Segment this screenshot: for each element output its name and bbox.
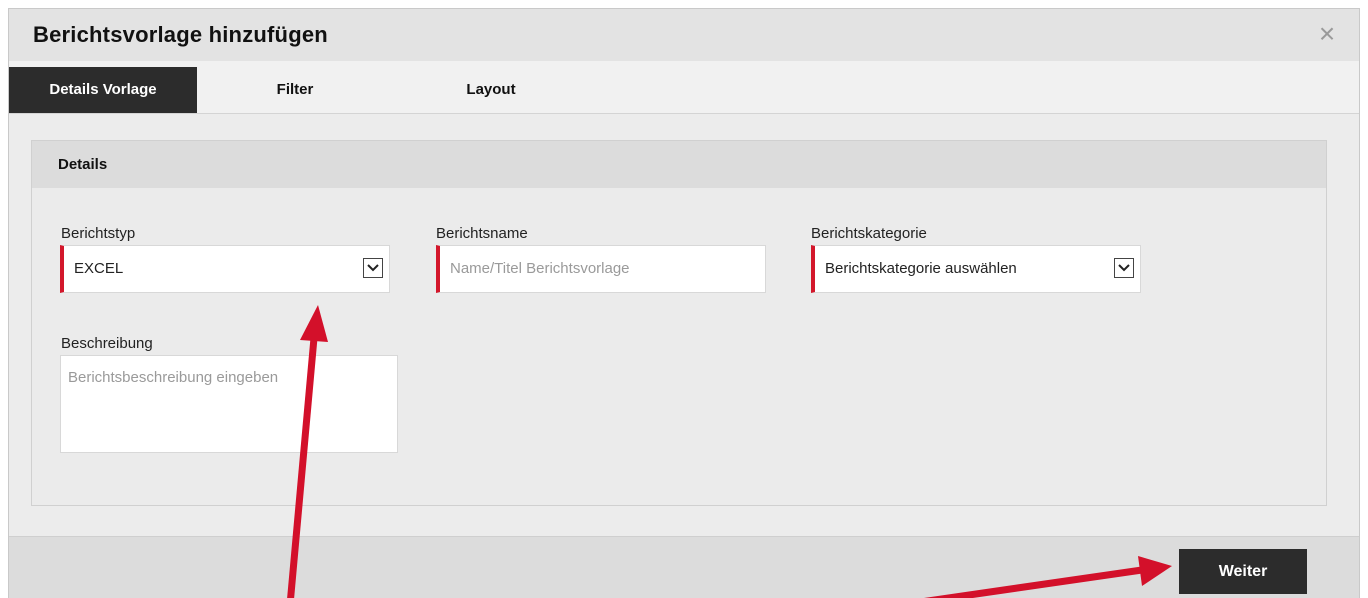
close-icon[interactable]: × (1313, 20, 1341, 48)
berichtsname-label: Berichtsname (436, 225, 528, 242)
dialog-title: Berichtsvorlage hinzufügen (33, 22, 328, 47)
details-panel-header: Details (32, 141, 1326, 188)
chevron-down-icon[interactable] (1114, 258, 1134, 278)
berichtstyp-value: EXCEL (74, 260, 124, 277)
chevron-down-icon[interactable] (363, 258, 383, 278)
add-report-template-dialog: Berichtsvorlage hinzufügen × Details Vor… (8, 8, 1360, 598)
tab-bar: Details Vorlage Filter Layout (9, 61, 1359, 114)
dialog-content: Details Berichtstyp EXCEL Berichtsname N… (9, 114, 1359, 536)
dialog-footer: Weiter (9, 536, 1359, 598)
beschreibung-label: Beschreibung (61, 335, 153, 352)
berichtsname-placeholder: Name/Titel Berichtsvorlage (450, 260, 630, 277)
dialog-titlebar: Berichtsvorlage hinzufügen × (9, 9, 1359, 61)
berichtskategorie-placeholder: Berichtskategorie auswählen (825, 260, 1017, 277)
berichtskategorie-label: Berichtskategorie (811, 225, 927, 242)
next-button[interactable]: Weiter (1179, 549, 1307, 594)
berichtsname-input[interactable]: Name/Titel Berichtsvorlage (436, 245, 766, 293)
berichtstyp-select[interactable]: EXCEL (60, 245, 390, 293)
tab-details-vorlage[interactable]: Details Vorlage (9, 67, 197, 113)
berichtstyp-label: Berichtstyp (61, 225, 136, 242)
tab-filter[interactable]: Filter (245, 67, 345, 113)
tab-layout[interactable]: Layout (436, 67, 546, 113)
details-section-title: Details (58, 156, 108, 173)
berichtskategorie-select[interactable]: Berichtskategorie auswählen (811, 245, 1141, 293)
beschreibung-textarea[interactable]: Berichtsbeschreibung eingeben (60, 355, 398, 453)
details-panel: Details Berichtstyp EXCEL Berichtsname N… (31, 140, 1327, 506)
